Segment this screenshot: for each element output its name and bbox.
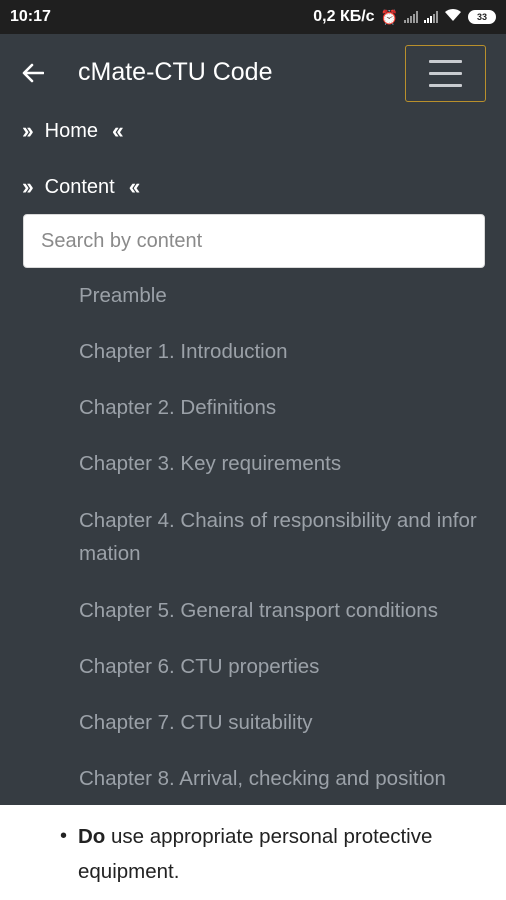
page-title: cMate-CTU Code [78, 58, 273, 86]
double-chevron-right-icon: ›› [22, 174, 34, 199]
search-input[interactable] [41, 229, 467, 253]
wifi-icon [444, 8, 462, 27]
double-chevron-left-icon: ‹‹ [128, 174, 141, 199]
network-speed: 0,2 КБ/с [313, 8, 375, 25]
bullet: • [60, 825, 68, 847]
status-bar: 10:17 0,2 КБ/с ⏰ 33 [0, 0, 506, 34]
signal-icon [424, 11, 438, 23]
toc-item-chapter-6[interactable]: Chapter 6. CTU properties [79, 650, 489, 683]
search-box[interactable] [23, 214, 485, 268]
toc-item-chapter-2[interactable]: Chapter 2. Definitions [79, 391, 489, 424]
status-indicators: 0,2 КБ/с ⏰ 33 [313, 8, 496, 27]
hamburger-menu-button[interactable] [405, 45, 486, 102]
nav-home-label: Home [44, 119, 99, 142]
list-item-emphasis: Do [78, 825, 106, 848]
back-arrow-icon[interactable] [20, 60, 46, 86]
navigation-drawer: cMate-CTU Code ›› Home ‹‹ ›› Content ‹‹ … [0, 34, 506, 805]
toc-item-chapter-8[interactable]: Chapter 8. Arrival, checking and positio… [79, 762, 489, 795]
status-time: 10:17 [10, 8, 51, 25]
toc-item-chapter-3[interactable]: Chapter 3. Key requirements [79, 447, 489, 480]
list-item: • Do use appropriate personal protective… [60, 819, 480, 889]
toc-item-chapter-7[interactable]: Chapter 7. CTU suitability [79, 706, 489, 739]
nav-home[interactable]: ›› Home ‹‹ [22, 118, 124, 144]
battery-icon: 33 [468, 10, 496, 24]
menu-line [429, 84, 462, 87]
menu-line [429, 72, 462, 75]
page-content: • Do use appropriate personal protective… [0, 805, 506, 900]
list-item-text: Do use appropriate personal protective e… [78, 819, 480, 889]
double-chevron-left-icon: ‹‹ [112, 118, 124, 143]
alarm-icon: ⏰ [380, 8, 398, 25]
toc-item-chapter-5[interactable]: Chapter 5. General transport conditions [79, 594, 489, 627]
nav-content-label: Content [44, 175, 115, 198]
double-chevron-right-icon: ›› [22, 118, 34, 143]
toc-item-chapter-4[interactable]: Chapter 4. Chains of responsibility and … [79, 504, 489, 570]
toc-item-chapter-1[interactable]: Chapter 1. Introduction [79, 335, 489, 368]
menu-line [429, 60, 462, 63]
list-item-body: use appropriate personal protective equi… [78, 825, 433, 883]
app-header: cMate-CTU Code [0, 34, 506, 114]
toc-item-preamble[interactable]: Preamble [79, 279, 489, 312]
signal-icon [404, 11, 418, 23]
nav-content[interactable]: ›› Content ‹‹ [22, 174, 141, 200]
